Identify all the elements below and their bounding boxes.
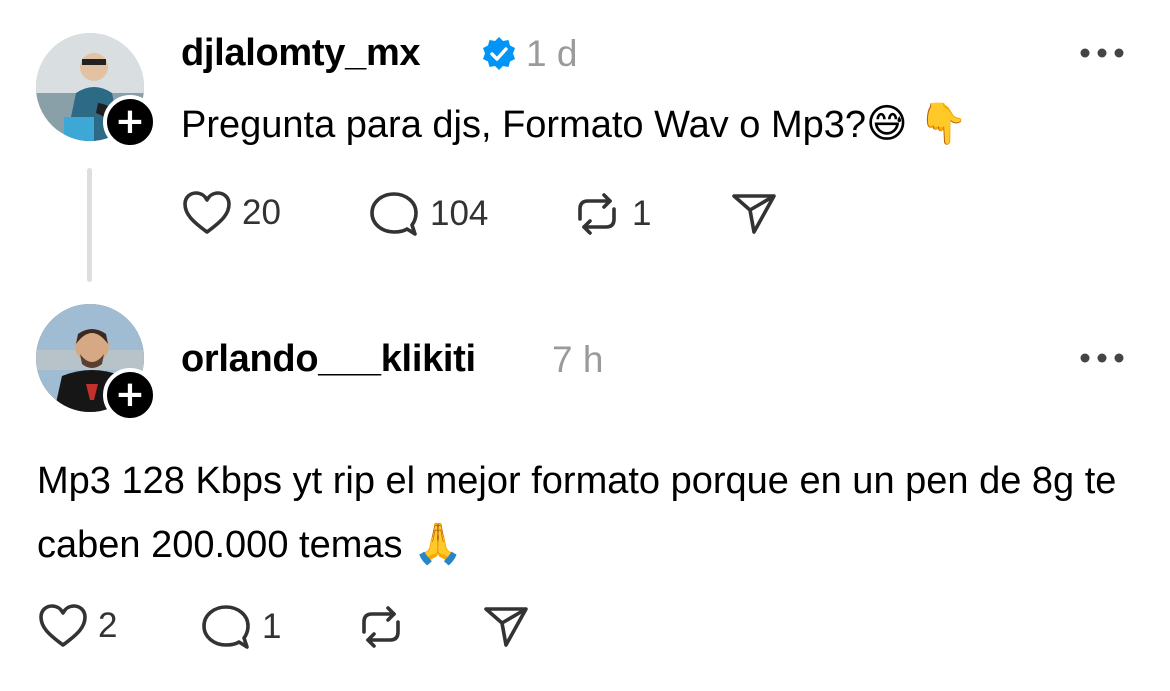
reply-count: 1 — [262, 607, 282, 646]
heart-icon — [39, 604, 87, 647]
follow-plus-icon[interactable]: + — [103, 95, 157, 149]
more-icon[interactable] — [1079, 352, 1125, 364]
repost-icon — [362, 606, 400, 648]
repost-button[interactable] — [356, 604, 416, 650]
heart-icon — [183, 191, 231, 234]
repost-button[interactable]: 1 — [572, 191, 651, 237]
folded-hands-emoji: 🙏 — [413, 521, 463, 567]
share-button[interactable] — [482, 603, 530, 649]
send-icon — [732, 194, 776, 234]
follow-plus-icon[interactable]: + — [103, 368, 157, 422]
like-button[interactable]: 20 — [182, 190, 281, 236]
send-icon — [484, 607, 528, 647]
post-text-content: Mp3 128 Kbps yt rip el mejor formato por… — [37, 460, 1117, 566]
username[interactable]: djlalomty_mx — [181, 32, 421, 75]
username[interactable]: orlando___klikiti — [181, 338, 476, 381]
verified-badge-icon — [483, 37, 515, 70]
reply-button[interactable]: 1 — [200, 603, 281, 651]
post-text: Pregunta para djs, Formato Wav o Mp3?😅 👇 — [181, 100, 968, 147]
comment-icon — [202, 605, 250, 649]
thread-line — [87, 168, 92, 282]
repost-icon — [578, 193, 616, 235]
reply-count: 104 — [430, 194, 489, 233]
post-text-content: Pregunta para djs, Formato Wav o Mp3? — [181, 104, 867, 146]
more-icon[interactable] — [1079, 47, 1125, 59]
like-button[interactable]: 2 — [38, 603, 117, 649]
comment-icon — [370, 192, 418, 236]
point-down-emoji: 👇 — [918, 101, 969, 147]
repost-count: 1 — [632, 194, 652, 233]
sweat-smile-emoji: 😅 — [866, 101, 908, 147]
reply-button[interactable]: 104 — [368, 190, 488, 238]
post-time: 1 d — [526, 33, 578, 74]
share-button[interactable] — [730, 190, 778, 236]
post-text: Mp3 128 Kbps yt rip el mejor formato por… — [37, 450, 1127, 577]
like-count: 2 — [98, 606, 118, 645]
post-time: 7 h — [552, 339, 604, 380]
like-count: 20 — [242, 193, 281, 232]
